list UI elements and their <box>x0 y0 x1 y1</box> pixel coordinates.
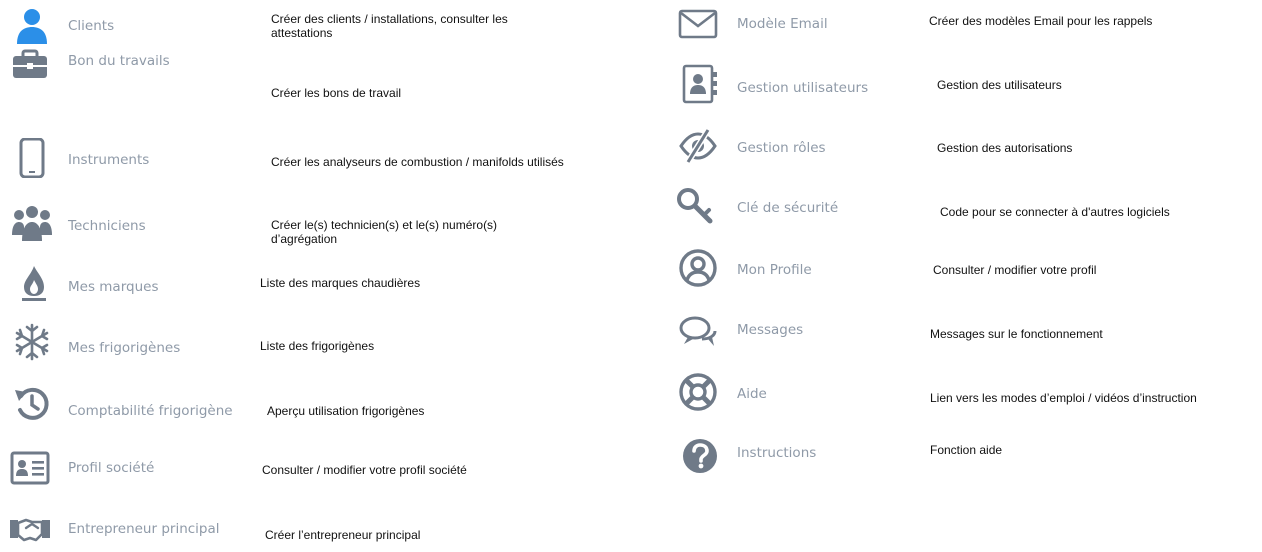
menu-desc-company-profile: Consulter / modifier votre profil sociét… <box>262 463 467 477</box>
menu-desc-refrigerants: Liste des frigorigènes <box>260 339 375 353</box>
menu-desc-email-templates: Créer des modèles Email pour les rappels <box>929 14 1153 28</box>
menu-label-help: Aide <box>737 386 767 402</box>
menu-desc-security-key: Code pour se connecter à d'autres logici… <box>940 205 1170 219</box>
id-card-icon <box>10 448 50 488</box>
menu-label-technicians: Techniciens <box>68 218 146 234</box>
envelope-icon <box>678 4 718 44</box>
menu-desc-work-orders: Créer les bons de travail <box>271 86 402 100</box>
menu-desc-brands: Liste des marques chaudières <box>260 276 421 290</box>
menu-desc-refrigerant-accounting: Aperçu utilisation frigorigènes <box>267 404 425 418</box>
menu-label-clients: Clients <box>68 18 115 34</box>
menu-label-role-management: Gestion rôles <box>737 140 826 156</box>
user-icon <box>12 6 52 46</box>
menu-desc-clients: Créer des clients / installations, consu… <box>271 12 508 40</box>
menu-desc-messages: Messages sur le fonctionnement <box>930 327 1103 341</box>
feature-legend: Clients Créer des clients / installation… <box>0 0 1262 544</box>
history-clock-icon <box>12 384 52 424</box>
contact-book-icon <box>680 64 720 104</box>
flame-icon <box>14 262 54 302</box>
snowflake-icon <box>12 322 52 362</box>
mobile-device-icon <box>12 138 52 178</box>
menu-label-user-management: Gestion utilisateurs <box>737 80 869 96</box>
menu-label-my-profile: Mon Profile <box>737 262 812 278</box>
menu-desc-my-profile: Consulter / modifier votre profil <box>933 263 1097 277</box>
menu-desc-instruments: Créer les analyseurs de combustion / man… <box>271 155 564 169</box>
menu-desc-role-management: Gestion des autorisations <box>937 141 1073 155</box>
question-circle-icon <box>680 436 720 476</box>
menu-desc-user-management: Gestion des utilisateurs <box>937 78 1062 92</box>
menu-label-instructions: Instructions <box>737 445 817 461</box>
menu-desc-main-contractor: Créer l’entrepreneur principal <box>265 528 421 542</box>
briefcase-icon <box>10 44 50 84</box>
menu-label-work-orders: Bon du travails <box>68 53 170 69</box>
menu-desc-instructions: Fonction aide <box>930 443 1003 457</box>
eye-slash-icon <box>678 126 718 166</box>
profile-circle-icon <box>678 248 718 288</box>
key-icon <box>676 186 716 226</box>
lifebuoy-icon <box>678 372 718 412</box>
menu-desc-help: Lien vers les modes d’emploi / vidéos d’… <box>930 391 1197 405</box>
menu-label-main-contractor: Entrepreneur principal <box>68 521 220 537</box>
menu-label-messages: Messages <box>737 322 804 338</box>
menu-label-refrigerant-accounting: Comptabilité frigorigène <box>68 403 233 419</box>
menu-label-refrigerants: Mes frigorigènes <box>68 340 181 356</box>
menu-desc-technicians: Créer le(s) technicien(s) et le(s) numér… <box>271 218 498 246</box>
menu-label-company-profile: Profil société <box>68 460 155 476</box>
handshake-icon <box>10 508 50 548</box>
chat-bubbles-icon <box>678 312 718 352</box>
menu-label-brands: Mes marques <box>68 279 159 295</box>
users-group-icon <box>12 203 52 243</box>
menu-label-instruments: Instruments <box>68 152 150 168</box>
menu-label-security-key: Clé de sécurité <box>737 200 839 216</box>
menu-label-email-templates: Modèle Email <box>737 16 828 32</box>
